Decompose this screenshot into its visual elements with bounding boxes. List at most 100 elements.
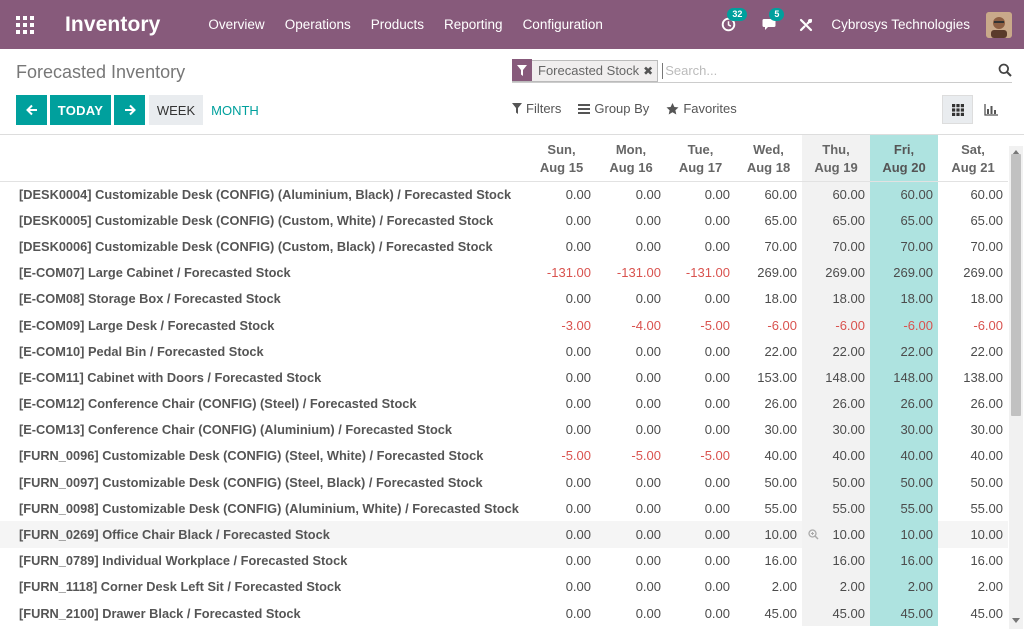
menu-overview[interactable]: Overview [208, 17, 264, 32]
month-range-button[interactable]: MONTH [206, 95, 264, 125]
graph-view-button[interactable] [975, 95, 1006, 124]
forecast-cell[interactable]: 55.00 [870, 495, 938, 522]
forecast-cell[interactable]: 0.00 [527, 233, 596, 260]
forecast-cell[interactable]: 269.00 [735, 260, 802, 286]
forecast-cell[interactable]: 40.00 [870, 442, 938, 470]
forecast-cell[interactable]: 70.00 [735, 233, 802, 260]
forecast-cell[interactable]: 50.00 [802, 469, 870, 496]
forecast-cell[interactable]: 26.00 [870, 390, 938, 417]
forecast-cell[interactable]: 2.00 [938, 574, 1008, 600]
forecast-cell[interactable]: 0.00 [666, 495, 735, 522]
menu-operations[interactable]: Operations [285, 17, 351, 32]
forecast-cell[interactable]: 0.00 [596, 495, 666, 522]
forecast-cell[interactable]: 22.00 [735, 338, 802, 365]
forecast-cell[interactable]: 0.00 [596, 207, 666, 233]
forecast-cell[interactable]: 65.00 [802, 207, 870, 234]
forecast-cell[interactable]: 18.00 [870, 285, 938, 312]
forecast-cell[interactable]: 60.00 [802, 181, 870, 208]
scroll-down-arrow-icon[interactable] [1012, 618, 1020, 623]
forecast-cell[interactable]: 55.00 [802, 495, 870, 522]
forecast-cell[interactable]: 0.00 [527, 547, 596, 574]
forecast-cell[interactable]: 18.00 [938, 285, 1008, 312]
forecast-cell[interactable]: 0.00 [596, 521, 666, 548]
forecast-cell[interactable]: 269.00 [802, 259, 870, 286]
filters-dropdown[interactable]: Filters [512, 101, 561, 116]
vertical-scrollbar[interactable] [1009, 146, 1023, 629]
forecast-cell[interactable]: 10.00 [735, 521, 802, 548]
previous-period-button[interactable] [16, 95, 47, 125]
app-switcher-icon[interactable] [16, 15, 34, 34]
forecast-cell[interactable]: 10.00 [802, 521, 870, 548]
forecast-cell[interactable]: 16.00 [802, 547, 870, 574]
forecast-cell[interactable]: -5.00 [666, 442, 735, 470]
forecast-cell[interactable]: 0.00 [666, 364, 735, 390]
forecast-cell[interactable]: 2.00 [802, 573, 870, 600]
messages-chat-icon[interactable]: 5 [759, 7, 785, 36]
forecast-cell[interactable]: -6.00 [802, 311, 870, 339]
facet-remove-icon[interactable]: ✖ [643, 64, 657, 78]
menu-reporting[interactable]: Reporting [444, 17, 503, 32]
forecast-cell[interactable]: 0.00 [666, 207, 735, 233]
forecast-cell[interactable]: 0.00 [666, 600, 735, 627]
forecast-cell[interactable]: 0.00 [596, 417, 666, 443]
forecast-cell[interactable]: 0.00 [527, 285, 596, 312]
forecast-cell[interactable]: 65.00 [735, 207, 802, 233]
forecast-cell[interactable]: 26.00 [735, 390, 802, 417]
forecast-cell[interactable]: -6.00 [735, 312, 802, 338]
forecast-cell[interactable]: 0.00 [666, 574, 735, 600]
forecast-cell[interactable]: 0.00 [596, 364, 666, 390]
forecast-cell[interactable]: 40.00 [735, 442, 802, 470]
forecast-cell[interactable]: 0.00 [527, 574, 596, 600]
menu-configuration[interactable]: Configuration [523, 17, 603, 32]
forecast-cell[interactable]: 0.00 [527, 469, 596, 495]
forecast-cell[interactable]: 55.00 [735, 495, 802, 522]
forecast-cell[interactable]: 138.00 [938, 364, 1008, 390]
forecast-cell[interactable]: 0.00 [666, 469, 735, 495]
forecast-cell[interactable]: 0.00 [596, 574, 666, 600]
forecast-cell[interactable]: 269.00 [870, 259, 938, 286]
forecast-cell[interactable]: 16.00 [870, 547, 938, 574]
forecast-cell[interactable]: 60.00 [870, 181, 938, 208]
forecast-cell[interactable]: 0.00 [596, 600, 666, 627]
forecast-cell[interactable]: 16.00 [938, 547, 1008, 574]
forecast-cell[interactable]: -131.00 [596, 260, 666, 286]
forecast-cell[interactable]: 0.00 [666, 338, 735, 365]
forecast-cell[interactable]: 40.00 [802, 442, 870, 470]
forecast-cell[interactable]: 0.00 [596, 233, 666, 260]
scroll-thumb[interactable] [1011, 154, 1021, 416]
today-button[interactable]: TODAY [50, 95, 111, 125]
forecast-cell[interactable]: 0.00 [596, 469, 666, 495]
forecast-cell[interactable]: 0.00 [666, 233, 735, 260]
forecast-cell[interactable]: 22.00 [802, 338, 870, 365]
favorites-dropdown[interactable]: Favorites [666, 101, 737, 116]
forecast-cell[interactable]: 148.00 [802, 364, 870, 391]
forecast-cell[interactable]: 0.00 [596, 338, 666, 365]
forecast-cell[interactable]: -3.00 [527, 312, 596, 338]
search-input[interactable] [662, 62, 983, 79]
menu-products[interactable]: Products [371, 17, 424, 32]
forecast-cell[interactable]: 50.00 [938, 469, 1008, 495]
forecast-cell[interactable]: 18.00 [735, 285, 802, 312]
forecast-cell[interactable]: 16.00 [735, 547, 802, 574]
forecast-cell[interactable]: 70.00 [802, 233, 870, 260]
forecast-cell[interactable]: 65.00 [870, 207, 938, 234]
forecast-cell[interactable]: 45.00 [802, 600, 870, 627]
forecast-cell[interactable]: 0.00 [666, 285, 735, 312]
forecast-cell[interactable]: 60.00 [938, 181, 1008, 208]
debug-tools-icon[interactable] [795, 14, 817, 36]
forecast-cell[interactable]: 0.00 [596, 285, 666, 312]
week-range-button[interactable]: WEEK [149, 95, 203, 125]
forecast-cell[interactable]: 18.00 [802, 285, 870, 312]
forecast-cell[interactable]: 30.00 [938, 417, 1008, 443]
forecast-cell[interactable]: 2.00 [735, 574, 802, 600]
forecast-cell[interactable]: 70.00 [870, 233, 938, 260]
forecast-cell[interactable]: 0.00 [527, 338, 596, 365]
forecast-cell[interactable]: 269.00 [938, 260, 1008, 286]
forecast-cell[interactable]: 45.00 [870, 600, 938, 627]
forecast-cell[interactable]: 70.00 [938, 233, 1008, 260]
forecast-cell[interactable]: 148.00 [870, 364, 938, 391]
forecast-cell[interactable]: 45.00 [938, 600, 1008, 627]
forecast-cell[interactable]: -131.00 [527, 260, 596, 286]
forecast-cell[interactable]: 0.00 [527, 495, 596, 522]
user-avatar[interactable] [986, 11, 1012, 38]
